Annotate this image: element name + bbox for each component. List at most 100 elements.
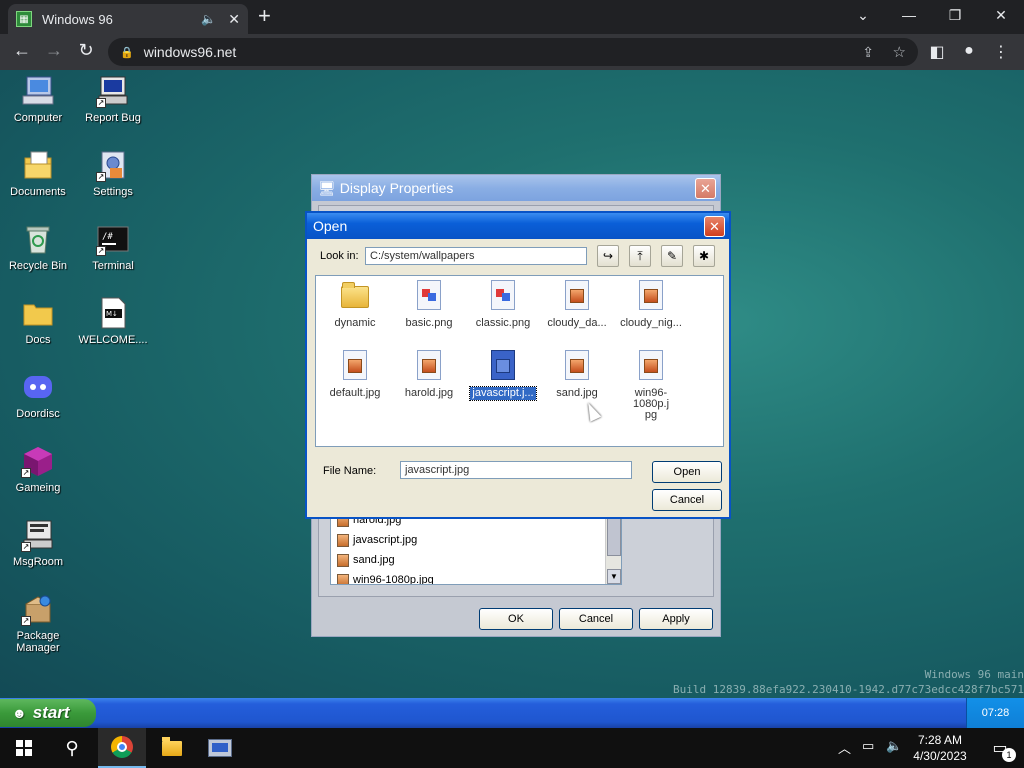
desktop-icon-package-manager[interactable]: ↗ Package Manager xyxy=(0,592,76,654)
list-item[interactable]: sand.jpg xyxy=(331,550,621,570)
clock-date: 4/30/2023 xyxy=(913,749,967,763)
ok-button[interactable]: OK xyxy=(479,608,553,630)
network-icon[interactable]: ▭ xyxy=(862,738,874,754)
desktop-icon-label: Computer xyxy=(13,112,63,124)
desktop-icon-welcome[interactable]: M↓ WELCOME.... xyxy=(75,296,151,346)
share-icon[interactable]: ⇪ xyxy=(862,44,874,61)
forward-icon[interactable]: → xyxy=(42,40,66,61)
display-properties-titlebar[interactable]: 🖥 Display Properties ✕ xyxy=(312,175,720,201)
windows-start-icon[interactable] xyxy=(0,728,48,768)
file-label: cloudy_da... xyxy=(547,317,607,329)
go-icon[interactable]: ↪ xyxy=(597,245,619,267)
volume-icon[interactable]: 🔈 xyxy=(886,738,902,754)
scrollbar-thumb[interactable] xyxy=(607,516,621,556)
file-name-label: File Name: xyxy=(323,465,377,477)
folder-icon xyxy=(21,296,55,330)
restore-icon[interactable]: ❐ xyxy=(940,4,970,26)
list-item-label: javascript.jpg xyxy=(353,534,418,546)
file-label: win96-1080p.jpg xyxy=(632,387,670,421)
doordisc-icon xyxy=(21,370,55,404)
list-item[interactable]: javascript.jpg xyxy=(331,530,621,550)
up-folder-icon[interactable]: ⤒ xyxy=(629,245,651,267)
desktop-icon-doordisc[interactable]: Doordisc xyxy=(0,370,76,420)
windows-taskbar: ⚲ ︿ ▭ 🔈 7:28 AM 4/30/2023 ▭ 1 xyxy=(0,728,1024,768)
desktop-icon-computer[interactable]: Computer xyxy=(0,74,76,124)
speaker-icon[interactable]: 🔈 xyxy=(201,12,216,26)
desktop-icon-label: Report Bug xyxy=(85,112,141,124)
apply-button[interactable]: Apply xyxy=(639,608,713,630)
file-item-default[interactable]: default.jpg xyxy=(316,350,394,400)
side-panel-icon[interactable]: ◧ xyxy=(926,42,948,62)
desktop-icon-label: Docs xyxy=(25,334,51,346)
file-item-win96-1080p[interactable]: win96-1080p.jpg xyxy=(612,350,690,422)
list-item[interactable]: win96-1080p.jpg xyxy=(331,570,621,585)
shortcut-arrow-icon: ↗ xyxy=(21,468,31,478)
folder-icon xyxy=(341,280,369,312)
profile-icon[interactable]: ● xyxy=(958,42,980,60)
close-icon[interactable]: ✕ xyxy=(704,216,725,237)
build-watermark-line2: Build 12839.88efa922.230410-1942.d77c73e… xyxy=(673,683,1024,696)
file-item-dynamic[interactable]: dynamic xyxy=(316,280,394,330)
chevron-up-icon[interactable]: ︿ xyxy=(838,738,851,757)
new-folder-icon[interactable]: ✱ xyxy=(693,245,715,267)
desktop-icon-docs[interactable]: Docs xyxy=(0,296,76,346)
system-clock[interactable]: 7:28 AM 4/30/2023 xyxy=(912,732,968,764)
file-item-sand[interactable]: sand.jpg xyxy=(538,350,616,400)
xp-tray-clock[interactable]: 07:28 xyxy=(966,698,1024,728)
file-label: default.jpg xyxy=(329,387,381,399)
reload-icon[interactable]: ↻ xyxy=(74,40,98,61)
open-dialog-titlebar[interactable]: Open ✕ xyxy=(307,213,729,239)
close-window-icon[interactable]: ✕ xyxy=(986,4,1016,26)
list-item-label: win96-1080p.jpg xyxy=(353,574,434,585)
close-tab-icon[interactable]: ✕ xyxy=(228,11,240,28)
terminal-icon: /# ↗ xyxy=(96,222,130,256)
cancel-button[interactable]: Cancel xyxy=(559,608,633,630)
desktop-icon-msgroom[interactable]: ↗ MsgRoom xyxy=(0,518,76,568)
notification-icon[interactable]: ▭ 1 xyxy=(976,728,1024,768)
start-label: start xyxy=(32,703,70,722)
close-icon[interactable]: ✕ xyxy=(695,178,716,199)
wallpaper-list[interactable]: harold.jpg javascript.jpg sand.jpg win96… xyxy=(330,515,622,585)
start-button[interactable]: ☻ start xyxy=(0,699,96,727)
image-file-icon xyxy=(337,573,349,584)
menu-icon[interactable]: ⋮ xyxy=(990,42,1012,62)
search-icon[interactable]: ⚲ xyxy=(48,728,96,768)
shortcut-arrow-icon: ↗ xyxy=(96,246,106,256)
documents-icon xyxy=(21,148,55,182)
cancel-button[interactable]: Cancel xyxy=(652,489,722,511)
look-in-field[interactable]: C:/system/wallpapers xyxy=(365,247,587,265)
file-explorer-icon[interactable] xyxy=(148,728,196,768)
desktop-icon-documents[interactable]: Documents xyxy=(0,148,76,198)
tab-search-icon[interactable]: ⌄ xyxy=(848,4,878,26)
open-dialog[interactable]: Open ✕ Look in: C:/system/wallpapers ↪ ⤒… xyxy=(305,211,731,519)
browser-tab[interactable]: ▦ Windows 96 🔈 ✕ xyxy=(8,4,248,34)
file-item-javascript[interactable]: javascript.j... xyxy=(464,350,542,401)
file-label: classic.png xyxy=(475,317,531,329)
file-browser-pane[interactable]: dynamic basic.png classic.png cloudy_da.… xyxy=(315,275,724,447)
chrome-icon[interactable] xyxy=(98,728,146,768)
file-item-harold[interactable]: harold.jpg xyxy=(390,350,468,400)
open-button[interactable]: Open xyxy=(652,461,722,483)
edit-path-icon[interactable]: ✎ xyxy=(661,245,683,267)
image-file-icon xyxy=(337,533,349,547)
windows96-app-icon[interactable] xyxy=(196,728,244,768)
lock-icon[interactable]: 🔒 xyxy=(120,46,134,59)
file-item-basic[interactable]: basic.png xyxy=(390,280,468,330)
list-scrollbar[interactable]: ▼ xyxy=(605,516,621,584)
minimize-icon[interactable]: — xyxy=(894,4,924,26)
scroll-down-icon[interactable]: ▼ xyxy=(607,569,621,584)
file-item-cloudy-night[interactable]: cloudy_nig... xyxy=(612,280,690,330)
desktop-icon-settings[interactable]: ↗ Settings xyxy=(75,148,151,198)
desktop-icon-recycle-bin[interactable]: Recycle Bin xyxy=(0,222,76,272)
file-item-classic[interactable]: classic.png xyxy=(464,280,542,330)
new-tab-button[interactable]: + xyxy=(258,5,271,27)
address-bar[interactable]: 🔒 windows96.net ⇪ ☆ xyxy=(108,38,918,66)
desktop-icon-terminal[interactable]: /# ↗ Terminal xyxy=(75,222,151,272)
jpg-file-icon xyxy=(563,280,591,312)
back-icon[interactable]: ← xyxy=(10,40,34,61)
desktop-icon-report-bug[interactable]: ↗ Report Bug xyxy=(75,74,151,124)
file-name-input[interactable]: javascript.jpg xyxy=(400,461,632,479)
file-item-cloudy-day[interactable]: cloudy_da... xyxy=(538,280,616,330)
bookmark-star-icon[interactable]: ☆ xyxy=(893,43,906,61)
desktop-icon-gameing[interactable]: ↗ Gameing xyxy=(0,444,76,494)
